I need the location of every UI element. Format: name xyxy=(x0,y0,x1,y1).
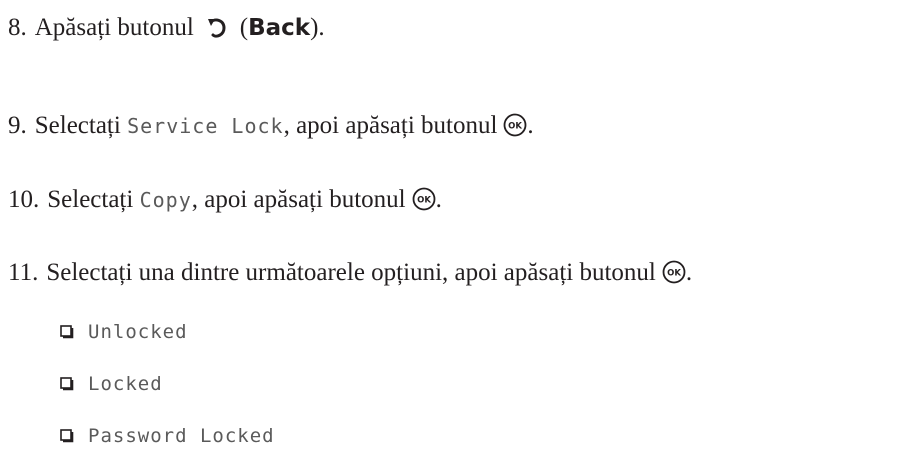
step-9: 9. Selectați Service Lock, apoi apăsați b… xyxy=(8,112,534,139)
step-11: 11. Selectați una dintre următoarele opți… xyxy=(8,259,693,286)
option-unlocked: Unlocked xyxy=(60,319,188,345)
lcd-menu-item-copy: Copy xyxy=(139,188,192,212)
ok-button-icon: OK xyxy=(503,113,527,137)
step-text: , apoi apăsați butonul xyxy=(191,186,406,213)
checkbox-icon xyxy=(60,374,74,391)
step-text: Apăsați butonul xyxy=(34,14,194,41)
option-password-locked: Password Locked xyxy=(60,423,275,449)
lcd-menu-item-service-lock: Service Lock xyxy=(127,114,284,138)
step-text: Selectați una dintre următoarele opțiuni… xyxy=(46,259,656,286)
svg-text:OK: OK xyxy=(509,122,523,132)
step-number: 9. xyxy=(8,112,27,139)
step-10: 10. Selectați Copy, apoi apăsați butonul … xyxy=(8,186,442,213)
option-label: Password Locked xyxy=(88,425,275,447)
option-label: Unlocked xyxy=(88,321,188,343)
svg-text:OK: OK xyxy=(667,269,681,279)
step-8: 8. Apăsați butonul (Back). xyxy=(8,14,325,41)
back-button-name: Back xyxy=(248,15,311,41)
ok-button-icon: OK xyxy=(412,187,436,211)
back-arrow-icon xyxy=(206,15,230,41)
option-label: Locked xyxy=(88,373,163,395)
step-number: 11. xyxy=(8,259,39,286)
option-locked: Locked xyxy=(60,371,163,397)
svg-text:OK: OK xyxy=(417,196,431,206)
step-number: 8. xyxy=(8,14,27,41)
checkbox-icon xyxy=(60,322,74,339)
step-text: Selectați xyxy=(34,112,128,139)
step-text: Selectați xyxy=(47,186,140,213)
step-number: 10. xyxy=(8,186,40,213)
checkbox-icon xyxy=(60,426,74,443)
ok-button-icon: OK xyxy=(662,260,686,284)
step-text: , apoi apăsați butonul xyxy=(283,112,498,139)
